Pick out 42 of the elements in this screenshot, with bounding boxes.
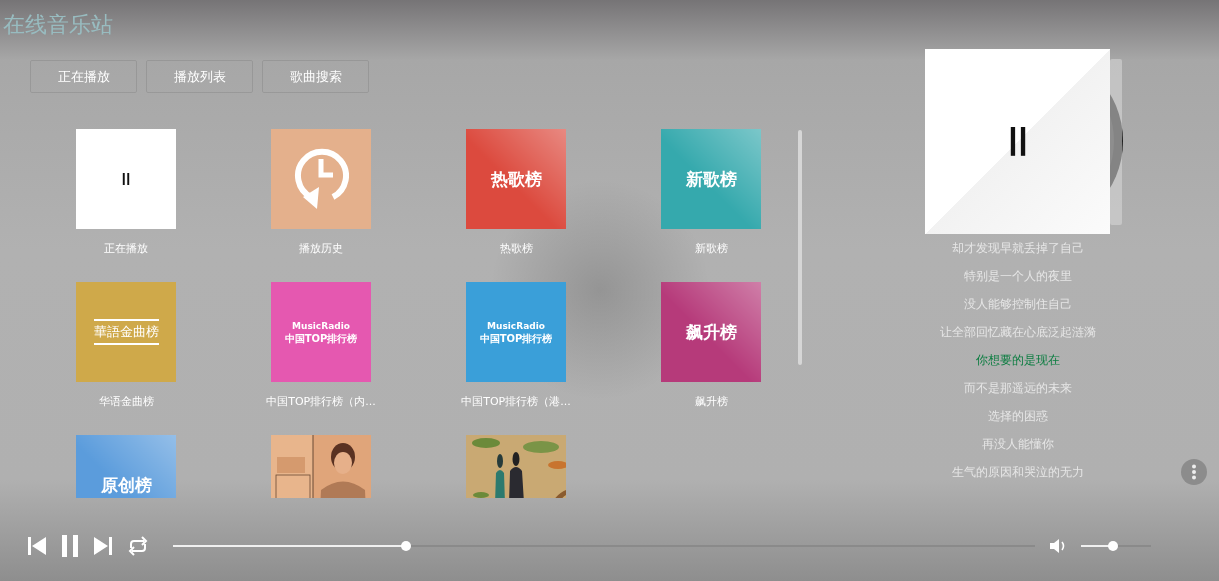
previous-icon[interactable]	[27, 536, 47, 556]
cover-title: 中国TOP排行榜	[284, 331, 358, 345]
repeat-icon[interactable]	[127, 536, 149, 556]
cover-title: MusicRadio	[292, 319, 350, 332]
tab[interactable]: 正在播放	[30, 60, 137, 93]
history-cover[interactable]	[271, 129, 371, 229]
playlist-cover[interactable]: 热歌榜	[466, 129, 566, 229]
playlist-label[interactable]: 中国TOP排行榜（港...	[461, 394, 571, 410]
playlist-label[interactable]: 正在播放	[104, 241, 148, 257]
cover-title: 热歌榜	[490, 167, 542, 191]
lyric-line: 你想要的是现在	[974, 352, 1061, 369]
tab[interactable]: 播放列表	[146, 60, 253, 93]
cover-title: MusicRadio	[487, 319, 545, 332]
cover-title: 原创榜	[100, 473, 152, 497]
playlist-label[interactable]: 中国TOP排行榜（内...	[266, 394, 376, 410]
playlist-label[interactable]: 华语金曲榜	[98, 394, 154, 410]
cover-title: 中国TOP排行榜	[479, 331, 553, 345]
playlist-cover[interactable]: MusicRadio 中国TOP排行榜	[271, 282, 371, 382]
playlist-label[interactable]: 播放历史	[299, 241, 343, 257]
cover-title: 飙升榜	[685, 320, 737, 344]
scrollbar[interactable]	[798, 130, 802, 365]
pause-icon	[122, 172, 130, 186]
playlist-cover[interactable]: 華語金曲榜	[76, 282, 176, 382]
volume-icon[interactable]	[1049, 538, 1067, 554]
progress-thumb[interactable]	[400, 541, 411, 551]
more-icon	[1191, 464, 1197, 480]
more-options-button[interactable]	[1181, 459, 1207, 485]
playlist-cover[interactable]: 新歌榜	[661, 129, 761, 229]
playlist-label[interactable]: 热歌榜	[499, 241, 533, 257]
playlist-label[interactable]: 飙升榜	[694, 394, 728, 410]
playlist-cover[interactable]: 飙升榜	[661, 282, 761, 382]
clock-icon	[293, 147, 349, 211]
site-title: 在线音乐站	[3, 11, 113, 39]
cover-title: 華語金曲榜	[93, 319, 159, 345]
playlist-cover[interactable]: 原创榜	[76, 435, 176, 498]
tab[interactable]: 歌曲搜索	[262, 60, 369, 93]
playlist-label[interactable]: 新歌榜	[694, 241, 728, 257]
playlist-cover[interactable]: MusicRadio 中国TOP排行榜	[466, 282, 566, 382]
cover-title: 新歌榜	[685, 167, 737, 191]
next-icon[interactable]	[93, 536, 113, 556]
volume-thumb[interactable]	[1107, 541, 1118, 551]
pause-icon[interactable]	[61, 535, 79, 557]
